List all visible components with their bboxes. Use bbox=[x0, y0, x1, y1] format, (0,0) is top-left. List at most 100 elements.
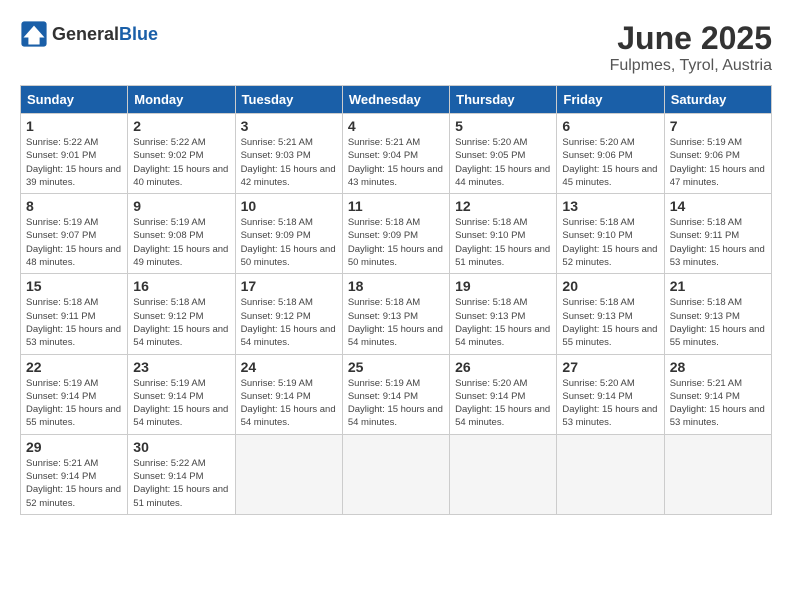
day-info: Sunrise: 5:18 AMSunset: 9:09 PMDaylight:… bbox=[348, 217, 443, 268]
calendar-table: SundayMondayTuesdayWednesdayThursdayFrid… bbox=[20, 85, 772, 515]
calendar-cell bbox=[664, 434, 771, 514]
calendar-cell: 30 Sunrise: 5:22 AMSunset: 9:14 PMDaylig… bbox=[128, 434, 235, 514]
header: GeneralBlue June 2025 Fulpmes, Tyrol, Au… bbox=[20, 20, 772, 75]
calendar-cell: 20 Sunrise: 5:18 AMSunset: 9:13 PMDaylig… bbox=[557, 274, 664, 354]
calendar-cell bbox=[235, 434, 342, 514]
day-number: 7 bbox=[670, 118, 766, 134]
day-info: Sunrise: 5:19 AMSunset: 9:14 PMDaylight:… bbox=[241, 378, 336, 429]
day-number: 16 bbox=[133, 278, 229, 294]
calendar-cell: 22 Sunrise: 5:19 AMSunset: 9:14 PMDaylig… bbox=[21, 354, 128, 434]
day-info: Sunrise: 5:21 AMSunset: 9:03 PMDaylight:… bbox=[241, 137, 336, 188]
calendar-cell: 11 Sunrise: 5:18 AMSunset: 9:09 PMDaylig… bbox=[342, 194, 449, 274]
calendar-cell: 13 Sunrise: 5:18 AMSunset: 9:10 PMDaylig… bbox=[557, 194, 664, 274]
weekday-header-tuesday: Tuesday bbox=[235, 86, 342, 114]
calendar-cell: 5 Sunrise: 5:20 AMSunset: 9:05 PMDayligh… bbox=[450, 114, 557, 194]
weekday-header-sunday: Sunday bbox=[21, 86, 128, 114]
day-info: Sunrise: 5:18 AMSunset: 9:09 PMDaylight:… bbox=[241, 217, 336, 268]
calendar-cell: 1 Sunrise: 5:22 AMSunset: 9:01 PMDayligh… bbox=[21, 114, 128, 194]
day-number: 6 bbox=[562, 118, 658, 134]
day-info: Sunrise: 5:18 AMSunset: 9:10 PMDaylight:… bbox=[562, 217, 657, 268]
calendar-cell: 27 Sunrise: 5:20 AMSunset: 9:14 PMDaylig… bbox=[557, 354, 664, 434]
calendar-cell: 19 Sunrise: 5:18 AMSunset: 9:13 PMDaylig… bbox=[450, 274, 557, 354]
calendar-cell: 16 Sunrise: 5:18 AMSunset: 9:12 PMDaylig… bbox=[128, 274, 235, 354]
day-number: 29 bbox=[26, 439, 122, 455]
weekday-header-saturday: Saturday bbox=[664, 86, 771, 114]
day-info: Sunrise: 5:21 AMSunset: 9:14 PMDaylight:… bbox=[670, 378, 765, 429]
weekday-header-wednesday: Wednesday bbox=[342, 86, 449, 114]
weekday-header-thursday: Thursday bbox=[450, 86, 557, 114]
day-number: 22 bbox=[26, 359, 122, 375]
calendar-cell: 25 Sunrise: 5:19 AMSunset: 9:14 PMDaylig… bbox=[342, 354, 449, 434]
calendar-cell: 4 Sunrise: 5:21 AMSunset: 9:04 PMDayligh… bbox=[342, 114, 449, 194]
calendar-cell: 8 Sunrise: 5:19 AMSunset: 9:07 PMDayligh… bbox=[21, 194, 128, 274]
day-info: Sunrise: 5:19 AMSunset: 9:07 PMDaylight:… bbox=[26, 217, 121, 268]
calendar-cell: 29 Sunrise: 5:21 AMSunset: 9:14 PMDaylig… bbox=[21, 434, 128, 514]
calendar-cell: 26 Sunrise: 5:20 AMSunset: 9:14 PMDaylig… bbox=[450, 354, 557, 434]
day-info: Sunrise: 5:20 AMSunset: 9:06 PMDaylight:… bbox=[562, 137, 657, 188]
day-number: 18 bbox=[348, 278, 444, 294]
day-info: Sunrise: 5:18 AMSunset: 9:13 PMDaylight:… bbox=[670, 297, 765, 348]
day-info: Sunrise: 5:19 AMSunset: 9:08 PMDaylight:… bbox=[133, 217, 228, 268]
weekday-header-friday: Friday bbox=[557, 86, 664, 114]
calendar-cell: 9 Sunrise: 5:19 AMSunset: 9:08 PMDayligh… bbox=[128, 194, 235, 274]
day-number: 11 bbox=[348, 198, 444, 214]
weekday-header-monday: Monday bbox=[128, 86, 235, 114]
calendar-cell: 7 Sunrise: 5:19 AMSunset: 9:06 PMDayligh… bbox=[664, 114, 771, 194]
day-info: Sunrise: 5:19 AMSunset: 9:06 PMDaylight:… bbox=[670, 137, 765, 188]
day-number: 21 bbox=[670, 278, 766, 294]
day-info: Sunrise: 5:20 AMSunset: 9:14 PMDaylight:… bbox=[562, 378, 657, 429]
day-number: 14 bbox=[670, 198, 766, 214]
title-area: June 2025 Fulpmes, Tyrol, Austria bbox=[610, 20, 772, 75]
day-number: 25 bbox=[348, 359, 444, 375]
day-number: 27 bbox=[562, 359, 658, 375]
day-info: Sunrise: 5:18 AMSunset: 9:11 PMDaylight:… bbox=[670, 217, 765, 268]
day-number: 9 bbox=[133, 198, 229, 214]
day-number: 2 bbox=[133, 118, 229, 134]
logo-text-general: General bbox=[52, 24, 119, 44]
day-number: 5 bbox=[455, 118, 551, 134]
day-number: 15 bbox=[26, 278, 122, 294]
day-number: 12 bbox=[455, 198, 551, 214]
day-number: 17 bbox=[241, 278, 337, 294]
day-info: Sunrise: 5:18 AMSunset: 9:13 PMDaylight:… bbox=[562, 297, 657, 348]
calendar-cell bbox=[450, 434, 557, 514]
calendar-cell: 12 Sunrise: 5:18 AMSunset: 9:10 PMDaylig… bbox=[450, 194, 557, 274]
calendar-subtitle: Fulpmes, Tyrol, Austria bbox=[610, 57, 772, 75]
day-number: 28 bbox=[670, 359, 766, 375]
day-info: Sunrise: 5:18 AMSunset: 9:10 PMDaylight:… bbox=[455, 217, 550, 268]
calendar-cell: 28 Sunrise: 5:21 AMSunset: 9:14 PMDaylig… bbox=[664, 354, 771, 434]
day-info: Sunrise: 5:21 AMSunset: 9:04 PMDaylight:… bbox=[348, 137, 443, 188]
calendar-cell: 15 Sunrise: 5:18 AMSunset: 9:11 PMDaylig… bbox=[21, 274, 128, 354]
day-info: Sunrise: 5:18 AMSunset: 9:13 PMDaylight:… bbox=[455, 297, 550, 348]
day-info: Sunrise: 5:20 AMSunset: 9:05 PMDaylight:… bbox=[455, 137, 550, 188]
day-number: 1 bbox=[26, 118, 122, 134]
calendar-cell: 23 Sunrise: 5:19 AMSunset: 9:14 PMDaylig… bbox=[128, 354, 235, 434]
calendar-cell: 2 Sunrise: 5:22 AMSunset: 9:02 PMDayligh… bbox=[128, 114, 235, 194]
day-number: 13 bbox=[562, 198, 658, 214]
calendar-cell: 17 Sunrise: 5:18 AMSunset: 9:12 PMDaylig… bbox=[235, 274, 342, 354]
day-info: Sunrise: 5:22 AMSunset: 9:02 PMDaylight:… bbox=[133, 137, 228, 188]
day-info: Sunrise: 5:21 AMSunset: 9:14 PMDaylight:… bbox=[26, 458, 121, 509]
day-number: 20 bbox=[562, 278, 658, 294]
day-number: 26 bbox=[455, 359, 551, 375]
calendar-cell: 3 Sunrise: 5:21 AMSunset: 9:03 PMDayligh… bbox=[235, 114, 342, 194]
day-info: Sunrise: 5:18 AMSunset: 9:12 PMDaylight:… bbox=[133, 297, 228, 348]
logo-icon bbox=[20, 20, 48, 48]
calendar-cell: 24 Sunrise: 5:19 AMSunset: 9:14 PMDaylig… bbox=[235, 354, 342, 434]
calendar-cell: 21 Sunrise: 5:18 AMSunset: 9:13 PMDaylig… bbox=[664, 274, 771, 354]
calendar-cell bbox=[342, 434, 449, 514]
logo: GeneralBlue bbox=[20, 20, 158, 48]
day-number: 3 bbox=[241, 118, 337, 134]
day-info: Sunrise: 5:19 AMSunset: 9:14 PMDaylight:… bbox=[348, 378, 443, 429]
day-info: Sunrise: 5:18 AMSunset: 9:12 PMDaylight:… bbox=[241, 297, 336, 348]
day-info: Sunrise: 5:22 AMSunset: 9:14 PMDaylight:… bbox=[133, 458, 228, 509]
day-number: 23 bbox=[133, 359, 229, 375]
day-number: 4 bbox=[348, 118, 444, 134]
calendar-cell: 6 Sunrise: 5:20 AMSunset: 9:06 PMDayligh… bbox=[557, 114, 664, 194]
calendar-cell bbox=[557, 434, 664, 514]
day-number: 10 bbox=[241, 198, 337, 214]
calendar-cell: 18 Sunrise: 5:18 AMSunset: 9:13 PMDaylig… bbox=[342, 274, 449, 354]
day-info: Sunrise: 5:18 AMSunset: 9:13 PMDaylight:… bbox=[348, 297, 443, 348]
calendar-cell: 14 Sunrise: 5:18 AMSunset: 9:11 PMDaylig… bbox=[664, 194, 771, 274]
day-number: 30 bbox=[133, 439, 229, 455]
